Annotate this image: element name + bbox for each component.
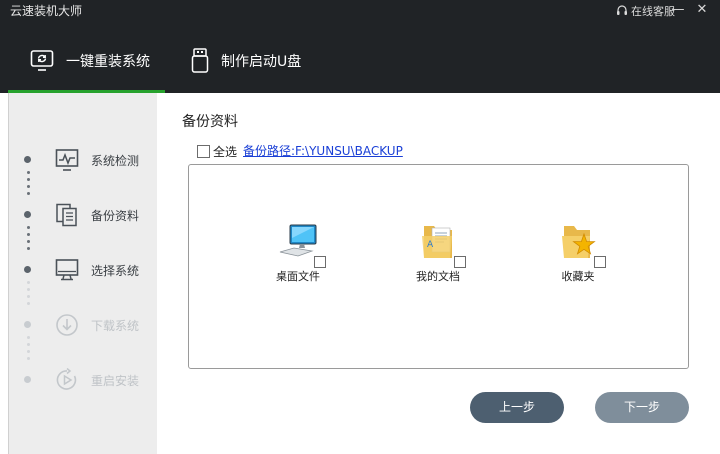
step-dot	[24, 376, 31, 383]
documents-folder-icon: A	[418, 222, 458, 262]
download-icon	[55, 313, 79, 337]
documents-icon	[55, 203, 79, 227]
backup-item-documents[interactable]: A 我的文档	[398, 222, 478, 284]
checkbox-box[interactable]	[197, 145, 210, 158]
step-download-system: 下载系统	[9, 310, 158, 340]
step-restart-install: 重启安装	[9, 365, 158, 395]
step-label: 选择系统	[91, 262, 139, 279]
step-backup-data: 备份资料	[9, 200, 158, 230]
monitor-refresh-icon	[30, 49, 54, 73]
step-label: 备份资料	[91, 207, 139, 224]
tab-label: 一键重装系统	[66, 51, 150, 71]
select-all-label: 全选	[213, 143, 237, 160]
minimize-button[interactable]: —	[666, 0, 690, 20]
backup-item-desktop[interactable]: 桌面文件	[258, 222, 338, 284]
close-button[interactable]: ✕	[690, 0, 714, 20]
item-checkbox[interactable]	[594, 256, 606, 268]
tab-boot-usb[interactable]: 制作启动U盘	[191, 41, 301, 81]
tab-reinstall-system[interactable]: 一键重装系统	[30, 41, 150, 81]
usb-icon	[191, 48, 209, 74]
step-dot	[24, 321, 31, 328]
tab-label: 制作启动U盘	[221, 51, 301, 71]
backup-path-link[interactable]: 备份路径:F:\YUNSU\BACKUP	[243, 142, 403, 159]
step-label: 下载系统	[91, 317, 139, 334]
svg-text:A: A	[427, 240, 434, 250]
header-bar: 云速装机大师 在线客服 — ✕ 一键重装系统 制作启动U盘	[0, 0, 720, 93]
step-dot	[24, 266, 31, 273]
step-sidebar: 系统检测 备份资料 选择系统 下载系统	[8, 93, 157, 454]
step-dot	[24, 156, 31, 163]
step-dot	[24, 211, 31, 218]
step-system-check: 系统检测	[9, 145, 158, 175]
headset-icon	[616, 5, 628, 17]
desktop-computer-icon	[278, 222, 318, 262]
next-step-button[interactable]: 下一步	[595, 392, 689, 423]
favorites-folder-icon	[558, 222, 598, 262]
select-all-checkbox[interactable]: 全选	[197, 143, 237, 160]
item-checkbox[interactable]	[454, 256, 466, 268]
item-label: 收藏夹	[538, 268, 618, 284]
restart-icon	[55, 368, 79, 392]
item-checkbox[interactable]	[314, 256, 326, 268]
step-label: 重启安装	[91, 372, 139, 389]
monitor-icon	[55, 258, 79, 282]
previous-step-button[interactable]: 上一步	[470, 392, 564, 423]
page-title: 备份资料	[182, 111, 238, 131]
app-title: 云速装机大师	[10, 4, 82, 18]
pulse-monitor-icon	[55, 148, 79, 172]
item-label: 我的文档	[398, 268, 478, 284]
step-label: 系统检测	[91, 152, 139, 169]
item-label: 桌面文件	[258, 268, 338, 284]
backup-item-favorites[interactable]: 收藏夹	[538, 222, 618, 284]
backup-items-panel: 桌面文件 A 我的文档 收藏夹	[188, 164, 689, 369]
left-edge	[0, 93, 8, 454]
step-select-system: 选择系统	[9, 255, 158, 285]
